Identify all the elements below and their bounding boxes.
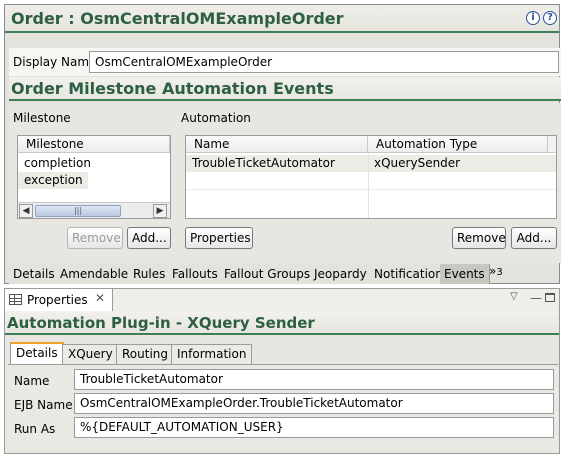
tab-fallout-groups[interactable]: Fallout Groups — [220, 264, 316, 284]
milestone-row[interactable]: completion — [18, 155, 170, 172]
tab-events[interactable]: Events — [440, 264, 490, 284]
scroll-left-icon[interactable]: ◀ — [19, 204, 33, 218]
milestone-row[interactable]: exception — [18, 172, 88, 189]
properties-view-title: Properties — [27, 293, 88, 307]
tab-notification[interactable]: Notification — [370, 264, 448, 284]
properties-view: Properties ✕ ▽ — Automation Plug-in - XQ… — [4, 288, 560, 454]
properties-header-title: Automation Plug-in - XQuery Sender — [7, 314, 315, 332]
ejb-name-label: EJB Name — [14, 398, 73, 412]
milestone-scrollbar[interactable]: ◀ ||| ▶ — [18, 202, 170, 218]
properties-header: Automation Plug-in - XQuery Sender — [5, 311, 559, 335]
add-automation-button[interactable]: Add... — [511, 227, 557, 249]
row-divider — [186, 189, 556, 190]
tab-xquery[interactable]: XQuery — [62, 344, 119, 364]
milestone-caption: Milestone — [13, 111, 71, 125]
display-name-label: Display Nam — [13, 55, 90, 69]
editor-title-bar: Order : OsmCentralOMExampleOrder i ? — [5, 5, 559, 33]
tab-rules[interactable]: Rules — [129, 264, 171, 284]
details-tab-panel: Name TroubleTicketAutomator EJB Name Osm… — [8, 364, 558, 450]
table-row[interactable]: TroubleTicketAutomator xQuerySender — [186, 155, 556, 172]
automation-type-column-header[interactable]: Automation Type — [368, 136, 548, 153]
tab-overflow-count: 3 — [496, 267, 503, 278]
help-icon[interactable]: ? — [543, 11, 557, 25]
automation-name-cell: TroubleTicketAutomator — [192, 156, 335, 170]
close-icon[interactable]: ✕ — [95, 291, 105, 305]
tab-routing[interactable]: Routing — [116, 344, 175, 364]
milestone-table: Milestone completion exception ◀ ||| ▶ — [17, 135, 171, 219]
automation-type-cell: xQuerySender — [374, 156, 461, 170]
tab-overflow-button[interactable]: »3 — [489, 264, 503, 278]
scroll-thumb[interactable]: ||| — [35, 205, 121, 217]
editor-title: Order : OsmCentralOMExampleOrder — [11, 9, 344, 28]
tab-information[interactable]: Information — [171, 344, 253, 364]
milestone-column-header[interactable]: Milestone — [18, 136, 170, 153]
name-field[interactable]: TroubleTicketAutomator — [74, 369, 554, 390]
name-column-header[interactable]: Name — [186, 136, 368, 153]
display-name-input[interactable]: OsmCentralOMExampleOrder — [89, 51, 559, 73]
minimize-icon[interactable]: — — [530, 291, 542, 305]
automation-caption: Automation — [181, 111, 251, 125]
properties-view-tab[interactable]: Properties ✕ — [5, 289, 113, 311]
name-label: Name — [14, 374, 50, 388]
tab-details[interactable]: Details — [10, 342, 64, 364]
ejb-name-field[interactable]: OsmCentralOMExampleOrder.TroubleTicketAu… — [74, 393, 554, 414]
header-filler — [548, 136, 556, 153]
scroll-right-icon[interactable]: ▶ — [153, 204, 167, 218]
run-as-label: Run As — [14, 422, 56, 436]
column-divider — [368, 154, 369, 218]
run-as-field[interactable]: %{DEFAULT_AUTOMATION_USER} — [74, 417, 554, 438]
tab-jeopardy[interactable]: Jeopardy — [310, 264, 372, 284]
tab-fallouts[interactable]: Fallouts — [168, 264, 223, 284]
properties-grid-icon — [9, 294, 22, 305]
milestone-automation-section: Milestone Automation Milestone completio… — [9, 103, 561, 263]
remove-milestone-button[interactable]: Remove — [67, 227, 123, 249]
section-title: Order Milestone Automation Events — [11, 79, 334, 98]
properties-view-tabbar: Properties ✕ ▽ — — [5, 289, 559, 311]
display-name-row: Display Nam OsmCentralOMExampleOrder — [9, 48, 561, 76]
info-icon[interactable]: i — [526, 11, 540, 25]
remove-automation-button[interactable]: Remove — [452, 227, 506, 249]
maximize-icon[interactable] — [545, 293, 555, 302]
view-menu-icon[interactable]: ▽ — [510, 291, 518, 302]
tab-amendable[interactable]: Amendable — [56, 264, 134, 284]
add-milestone-button[interactable]: Add... — [127, 227, 171, 249]
properties-button[interactable]: Properties — [185, 227, 253, 249]
section-header: Order Milestone Automation Events — [9, 77, 561, 101]
editor-tab-strip: Details Amendable Rules Fallouts Fallout… — [9, 264, 561, 286]
automation-table: Name Automation Type TroubleTicketAutoma… — [185, 135, 557, 219]
tab-details[interactable]: Details — [9, 264, 60, 284]
order-editor: Order : OsmCentralOMExampleOrder i ? Dis… — [4, 4, 561, 286]
